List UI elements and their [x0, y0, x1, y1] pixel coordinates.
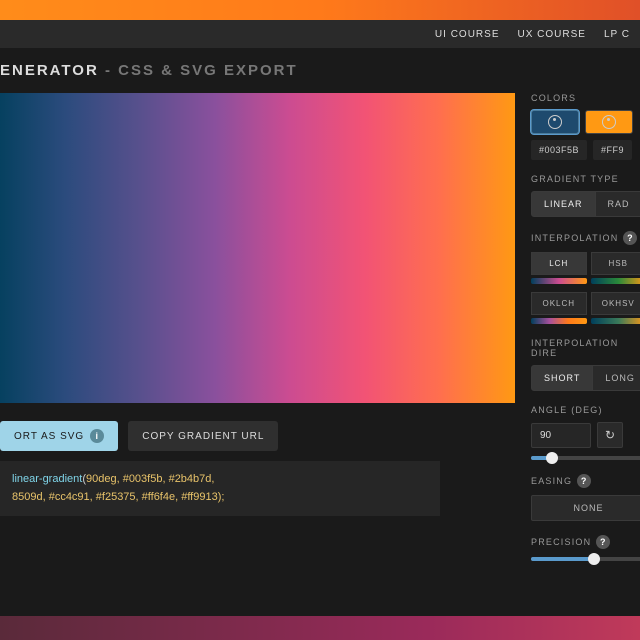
slider-thumb[interactable] — [588, 553, 600, 565]
interp-okhsv-preview — [591, 318, 640, 324]
easing-label: EASING ? — [531, 474, 640, 488]
title-sub: - CSS & SVG EXPORT — [99, 62, 298, 79]
nav-lp[interactable]: LP C — [604, 29, 630, 40]
slider-thumb[interactable] — [546, 452, 558, 464]
interp-lch-preview — [531, 278, 587, 284]
export-svg-button[interactable]: ORT AS SVG i — [0, 421, 118, 451]
bottom-gradient-bar — [0, 616, 640, 640]
easing-none-button[interactable]: NONE — [531, 495, 640, 521]
angle-input[interactable] — [531, 423, 591, 448]
copy-url-button[interactable]: COPY GRADIENT URL — [128, 421, 278, 451]
page-title: ENERATOR - CSS & SVG EXPORT — [0, 48, 640, 93]
help-icon[interactable]: ? — [623, 231, 637, 245]
interp-long-button[interactable]: LONG — [593, 365, 640, 391]
nav-ui-course[interactable]: UI COURSE — [435, 29, 500, 40]
precision-label: PRECISION ? — [531, 535, 640, 549]
interp-okhsv-button[interactable]: OKHSV — [591, 292, 640, 315]
gradient-type-label: GRADIENT TYPE — [531, 174, 640, 184]
help-icon[interactable]: ? — [577, 474, 591, 488]
interp-hsb-button[interactable]: HSB — [591, 252, 640, 275]
precision-slider[interactable] — [531, 557, 640, 561]
interp-short-button[interactable]: SHORT — [531, 365, 593, 391]
gradient-linear-button[interactable]: LINEAR — [531, 191, 596, 217]
interpolation-label: INTERPOLATION ? — [531, 231, 640, 245]
hex-input-2[interactable]: #FF9 — [593, 140, 632, 160]
interp-oklch-button[interactable]: OKLCH — [531, 292, 587, 315]
angle-label: ANGLE (DEG) — [531, 405, 640, 415]
gradient-radial-button[interactable]: RAD — [596, 191, 640, 217]
interp-hsb-preview — [591, 278, 640, 284]
gradient-preview — [0, 93, 515, 403]
palette-icon — [548, 115, 562, 129]
hex-input-1[interactable]: #003F5B — [531, 140, 587, 160]
palette-icon — [602, 115, 616, 129]
color-swatch-1[interactable] — [531, 110, 579, 134]
info-icon: i — [90, 429, 104, 443]
title-main: ENERATOR — [0, 62, 99, 79]
interp-dir-label: INTERPOLATION DIRE — [531, 338, 640, 358]
help-icon[interactable]: ? — [596, 535, 610, 549]
angle-rotate-button[interactable]: ↻ — [597, 422, 623, 448]
angle-slider[interactable] — [531, 456, 640, 460]
interp-lch-button[interactable]: LCH — [531, 252, 587, 275]
interp-oklch-preview — [531, 318, 587, 324]
color-swatch-2[interactable] — [585, 110, 633, 134]
colors-label: COLORS — [531, 93, 640, 103]
nav-ux-course[interactable]: UX COURSE — [517, 29, 585, 40]
top-gradient-bar — [0, 0, 640, 20]
css-output[interactable]: linear-gradient(90deg, #003f5b, #2b4b7d,… — [0, 461, 440, 516]
top-nav: UI COURSE UX COURSE LP C — [0, 20, 640, 48]
